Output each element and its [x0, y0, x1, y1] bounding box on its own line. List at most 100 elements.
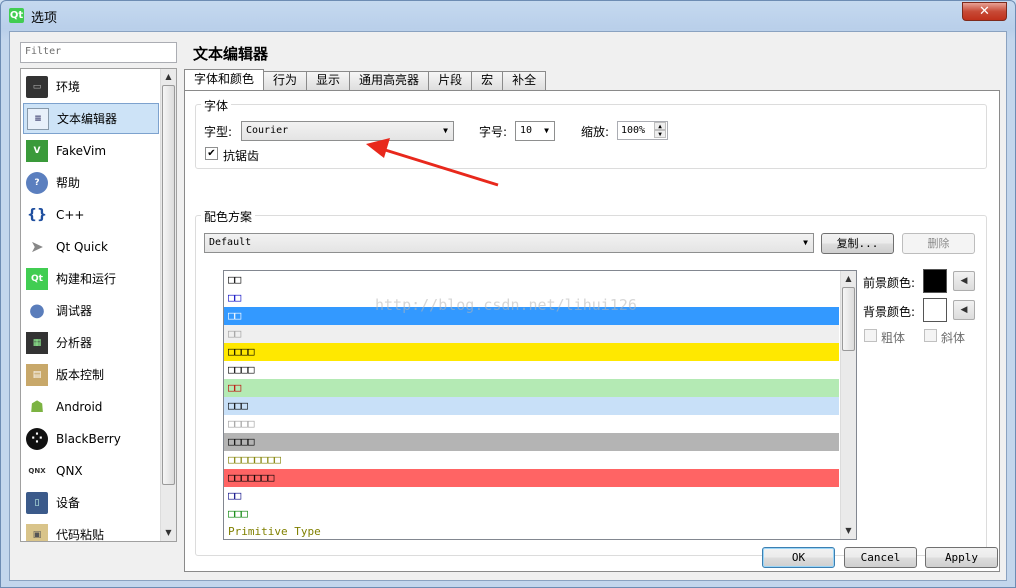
scroll-up-arrow-icon[interactable]: ▲	[161, 69, 176, 85]
watermark-text: http://blog.csdn.net/lihui126	[375, 296, 637, 314]
nav-item[interactable]: ▦ 分析器	[23, 327, 159, 358]
nav-item-label: 帮助	[56, 176, 81, 190]
zoom-label: 缩放:	[581, 125, 610, 139]
nav-item-label: QNX	[56, 463, 83, 478]
device-icon: ▯	[26, 491, 48, 514]
scroll-down-arrow-icon[interactable]: ▼	[841, 523, 856, 539]
nav-item-label: 构建和运行	[56, 272, 117, 286]
nav-item[interactable]: ▣ 代码粘贴	[23, 519, 159, 541]
color-scheme-select[interactable]: Default ▼	[204, 233, 814, 253]
text-editor-icon: ≡	[27, 107, 49, 130]
filter-input[interactable]: Filter	[20, 42, 177, 63]
nav-item-label: 调试器	[56, 304, 93, 318]
apply-button[interactable]: Apply	[925, 547, 998, 568]
fakevim-icon: V	[26, 139, 48, 162]
nav-item[interactable]: {} C++	[23, 199, 159, 230]
spin-up-arrow-icon[interactable]: ▲	[654, 122, 666, 130]
italic-checkbox[interactable]	[924, 329, 937, 342]
tab[interactable]: 补全	[502, 71, 547, 90]
bold-label: 粗体	[881, 331, 906, 345]
tab[interactable]: 字体和颜色	[184, 69, 265, 90]
nav-item-label: 文本编辑器	[57, 112, 118, 126]
nav-item[interactable]: ⁘ BlackBerry	[23, 423, 159, 454]
font-family-select[interactable]: Courier ▼	[241, 121, 454, 141]
format-list-item[interactable]: Primitive Type	[224, 523, 839, 539]
nav-item-label: 设备	[56, 496, 81, 510]
analyzer-icon: ▦	[26, 331, 48, 354]
reset-background-arrow-icon[interactable]: ◀	[953, 300, 975, 320]
format-list-item[interactable]: □□□□□□□□	[224, 451, 839, 469]
chevron-down-icon: ▼	[443, 126, 448, 135]
tab[interactable]: 片段	[428, 71, 473, 90]
cancel-button[interactable]: Cancel	[844, 547, 917, 568]
nav-item-label: 分析器	[56, 336, 93, 350]
bold-checkbox[interactable]	[864, 329, 877, 342]
nav-item[interactable]: QNX QNX	[23, 455, 159, 486]
format-list-item[interactable]: □□	[224, 379, 839, 397]
scroll-thumb[interactable]	[842, 287, 855, 351]
format-list-item[interactable]: □□□	[224, 505, 839, 523]
build-run-icon: Qt	[26, 267, 48, 290]
page-title: 文本编辑器	[193, 45, 269, 63]
version-control-icon: ▤	[26, 363, 48, 386]
help-icon: ?	[26, 171, 48, 194]
nav-item[interactable]: Qt 构建和运行	[23, 263, 159, 294]
format-list-item[interactable]: □□□	[224, 397, 839, 415]
nav-item-label: 版本控制	[56, 368, 105, 382]
zoom-spinbox[interactable]: 100% ▲ ▼	[617, 121, 668, 140]
scroll-up-arrow-icon[interactable]: ▲	[841, 271, 856, 287]
debugger-icon: ●	[29, 300, 45, 321]
background-color-swatch[interactable]	[923, 298, 947, 322]
nav-item[interactable]: ≡ 文本编辑器	[23, 103, 159, 134]
copy-scheme-button[interactable]: 复制...	[821, 233, 894, 254]
category-scrollbar[interactable]: ▲ ▼	[160, 69, 176, 541]
nav-item[interactable]: ▤ 版本控制	[23, 359, 159, 390]
font-group-title: 字体	[201, 97, 232, 114]
nav-item-label: FakeVim	[56, 143, 107, 158]
delete-scheme-button[interactable]: 删除	[902, 233, 975, 254]
tab[interactable]: 行为	[263, 71, 308, 90]
nav-item-label: Qt Quick	[56, 239, 108, 254]
tab[interactable]: 显示	[306, 71, 351, 90]
nav-item-label: C++	[56, 207, 85, 222]
spin-down-arrow-icon[interactable]: ▼	[654, 130, 666, 138]
monitor-icon: ▭	[26, 75, 48, 98]
nav-item[interactable]: V FakeVim	[23, 135, 159, 166]
nav-item[interactable]: ▯ 设备	[23, 487, 159, 518]
format-list-scrollbar[interactable]: ▲ ▼	[840, 271, 856, 539]
nav-item[interactable]: ● 调试器	[23, 295, 159, 326]
format-list-item[interactable]: □□	[224, 271, 839, 289]
format-list-item[interactable]: □□	[224, 325, 839, 343]
nav-item[interactable]: ? 帮助	[23, 167, 159, 198]
tab[interactable]: 通用高亮器	[349, 71, 430, 90]
font-size-select[interactable]: 10 ▼	[515, 121, 555, 141]
scroll-down-arrow-icon[interactable]: ▼	[161, 525, 176, 541]
background-color-label: 背景颜色:	[863, 305, 916, 319]
font-size-value: 10	[520, 125, 533, 136]
nav-item[interactable]: ☗ Android	[23, 391, 159, 422]
font-size-label: 字号:	[479, 125, 508, 139]
foreground-color-swatch[interactable]	[923, 269, 947, 293]
format-list-item[interactable]: □□□□	[224, 415, 839, 433]
format-list-item[interactable]: □□□□	[224, 361, 839, 379]
tab[interactable]: 宏	[471, 71, 504, 90]
format-list-item[interactable]: □□□□	[224, 343, 839, 361]
ok-button[interactable]: OK	[762, 547, 835, 568]
category-list: ▭ 环境 ≡ 文本编辑器 V FakeVim? 帮助 {} C++ ➤ Qt Quick Qt 构建和运…	[20, 68, 177, 542]
nav-item[interactable]: ➤ Qt Quick	[23, 231, 159, 262]
nav-item-label: Android	[56, 399, 103, 414]
tab-bar: 字体和颜色 行为 显示 通用高亮器 片段宏补全	[184, 69, 547, 90]
format-list-item[interactable]: □□	[224, 487, 839, 505]
android-icon: ☗	[29, 397, 45, 416]
scroll-thumb[interactable]	[162, 85, 175, 485]
nav-item[interactable]: ▭ 环境	[23, 71, 159, 102]
antialias-checkbox[interactable]: ✔	[205, 147, 218, 160]
format-list-item[interactable]: □□□□□□□	[224, 469, 839, 487]
reset-foreground-arrow-icon[interactable]: ◀	[953, 271, 975, 291]
color-scheme-title: 配色方案	[201, 208, 256, 225]
format-list-item[interactable]: □□□□	[224, 433, 839, 451]
title-bar[interactable]: Qt 选项 ✕	[1, 1, 1015, 31]
close-button[interactable]: ✕	[962, 2, 1007, 21]
font-family-label: 字型:	[204, 125, 233, 139]
italic-label: 斜体	[941, 331, 966, 345]
